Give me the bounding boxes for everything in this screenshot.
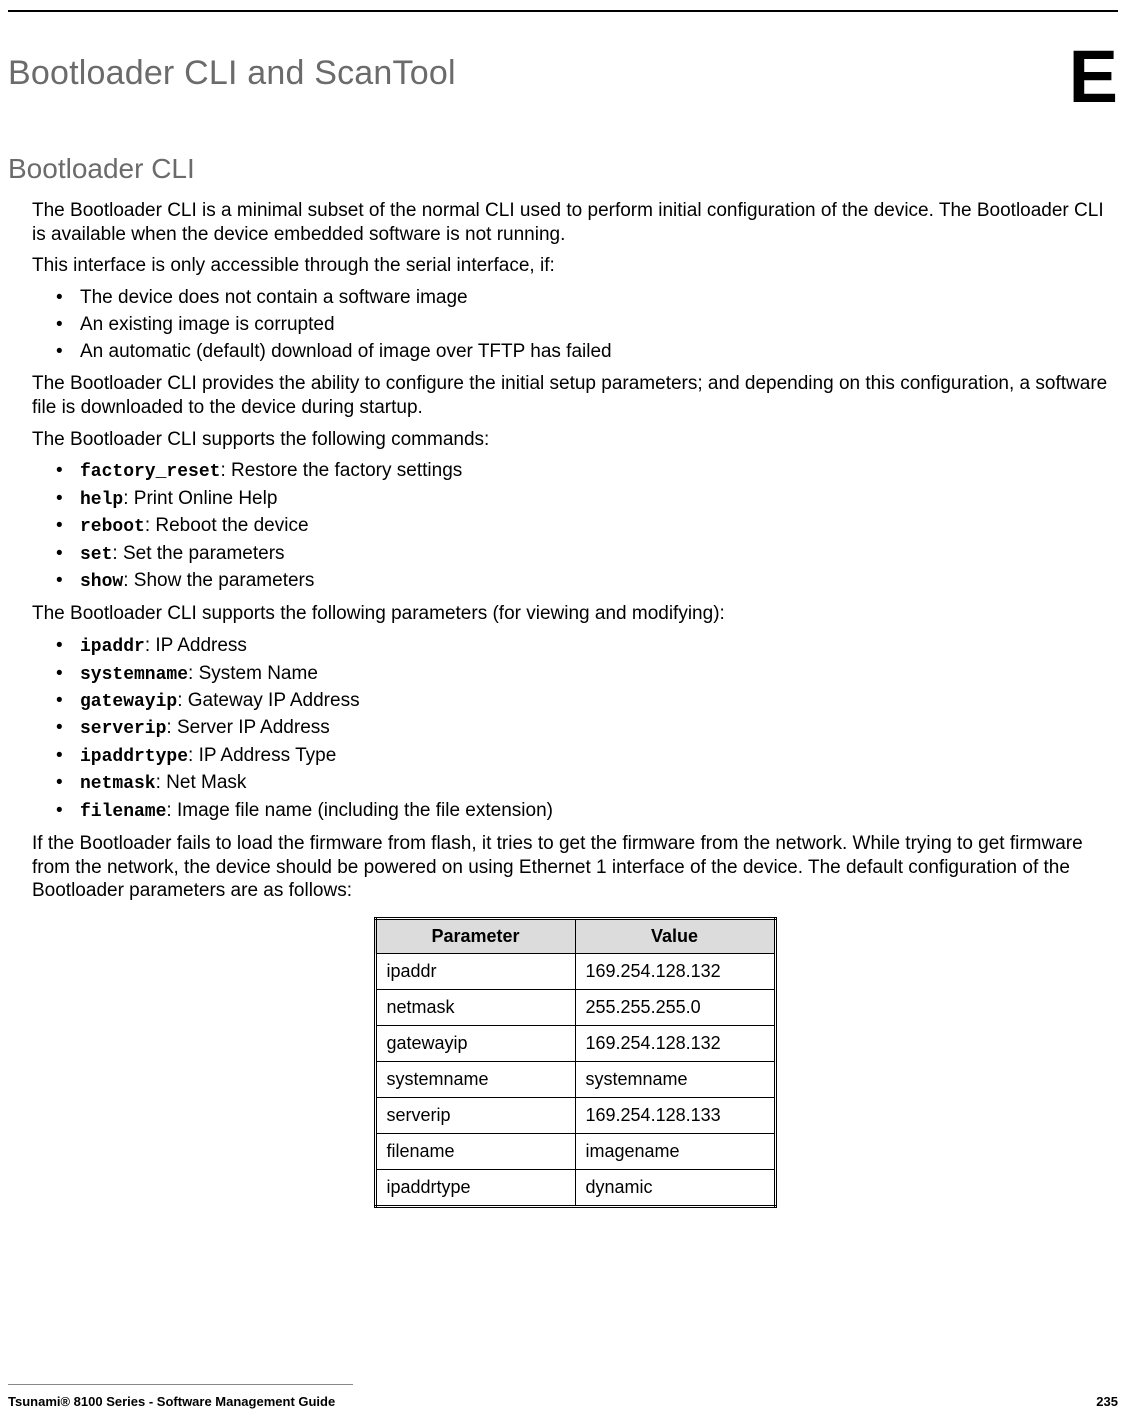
command-name: reboot bbox=[80, 517, 145, 537]
table-cell: 255.255.255.0 bbox=[575, 990, 775, 1026]
table-cell: systemname bbox=[575, 1062, 775, 1098]
param-desc: : Gateway IP Address bbox=[177, 690, 359, 711]
footer-rule bbox=[8, 1384, 353, 1385]
paragraph: This interface is only accessible throug… bbox=[32, 254, 1118, 278]
list-item: set: Set the parameters bbox=[56, 542, 1118, 567]
param-name: filename bbox=[80, 802, 166, 822]
param-desc: : IP Address bbox=[145, 635, 247, 656]
parameters-list: ipaddr: IP Address systemname: System Na… bbox=[32, 634, 1118, 824]
command-name: show bbox=[80, 572, 123, 592]
param-name: serverip bbox=[80, 719, 166, 739]
table-cell: serverip bbox=[375, 1098, 575, 1134]
table-cell: gatewayip bbox=[375, 1026, 575, 1062]
table-row: netmask 255.255.255.0 bbox=[375, 990, 775, 1026]
list-item: gatewayip: Gateway IP Address bbox=[56, 689, 1118, 714]
commands-list: factory_reset: Restore the factory setti… bbox=[32, 459, 1118, 594]
param-desc: : Net Mask bbox=[156, 772, 247, 793]
section-title: Bootloader CLI bbox=[8, 153, 1118, 185]
list-item: The device does not contain a software i… bbox=[56, 286, 1118, 311]
table-cell: dynamic bbox=[575, 1170, 775, 1207]
table-wrap: Parameter Value ipaddr 169.254.128.132 n… bbox=[32, 917, 1118, 1208]
list-item: systemname: System Name bbox=[56, 662, 1118, 687]
paragraph: The Bootloader CLI supports the followin… bbox=[32, 602, 1118, 626]
paragraph: The Bootloader CLI provides the ability … bbox=[32, 372, 1118, 420]
chapter-title: Bootloader CLI and ScanTool bbox=[8, 54, 456, 93]
table-row: serverip 169.254.128.133 bbox=[375, 1098, 775, 1134]
list-item: show: Show the parameters bbox=[56, 569, 1118, 594]
footer-left: Tsunami® 8100 Series - Software Manageme… bbox=[8, 1394, 335, 1409]
table-header: Parameter bbox=[375, 919, 575, 954]
list-item: netmask: Net Mask bbox=[56, 771, 1118, 796]
list-item: factory_reset: Restore the factory setti… bbox=[56, 459, 1118, 484]
list-item: ipaddr: IP Address bbox=[56, 634, 1118, 659]
table-row: gatewayip 169.254.128.132 bbox=[375, 1026, 775, 1062]
list-item: serverip: Server IP Address bbox=[56, 716, 1118, 741]
list-item: reboot: Reboot the device bbox=[56, 514, 1118, 539]
command-name: set bbox=[80, 545, 112, 565]
param-desc: : IP Address Type bbox=[188, 745, 336, 766]
list-item: help: Print Online Help bbox=[56, 487, 1118, 512]
chapter-letter: E bbox=[1069, 46, 1118, 109]
param-name: ipaddrtype bbox=[80, 747, 188, 767]
paragraph: The Bootloader CLI is a minimal subset o… bbox=[32, 199, 1118, 247]
paragraph: The Bootloader CLI supports the followin… bbox=[32, 428, 1118, 452]
param-desc: : Server IP Address bbox=[166, 717, 329, 738]
command-desc: : Reboot the device bbox=[145, 515, 309, 536]
table-cell: imagename bbox=[575, 1134, 775, 1170]
command-desc: : Print Online Help bbox=[123, 488, 277, 509]
command-desc: : Restore the factory settings bbox=[220, 460, 462, 481]
table-cell: 169.254.128.132 bbox=[575, 1026, 775, 1062]
chapter-header: Bootloader CLI and ScanTool E bbox=[8, 54, 1118, 109]
command-name: factory_reset bbox=[80, 462, 220, 482]
param-desc: : System Name bbox=[188, 663, 318, 684]
param-name: gatewayip bbox=[80, 692, 177, 712]
table-cell: ipaddrtype bbox=[375, 1170, 575, 1207]
table-row: systemname systemname bbox=[375, 1062, 775, 1098]
table-cell: 169.254.128.132 bbox=[575, 954, 775, 990]
table-cell: ipaddr bbox=[375, 954, 575, 990]
command-desc: : Show the parameters bbox=[123, 570, 314, 591]
conditions-list: The device does not contain a software i… bbox=[32, 286, 1118, 364]
bootloader-defaults-table: Parameter Value ipaddr 169.254.128.132 n… bbox=[374, 917, 777, 1208]
param-desc: : Image file name (including the file ex… bbox=[166, 800, 553, 821]
command-name: help bbox=[80, 490, 123, 510]
page-footer: Tsunami® 8100 Series - Software Manageme… bbox=[8, 1394, 1118, 1409]
table-row: filename imagename bbox=[375, 1134, 775, 1170]
footer-page-number: 235 bbox=[1096, 1394, 1118, 1409]
list-item: filename: Image file name (including the… bbox=[56, 799, 1118, 824]
table-cell: 169.254.128.133 bbox=[575, 1098, 775, 1134]
table-header: Value bbox=[575, 919, 775, 954]
list-item: ipaddrtype: IP Address Type bbox=[56, 744, 1118, 769]
param-name: netmask bbox=[80, 774, 156, 794]
table-cell: filename bbox=[375, 1134, 575, 1170]
table-cell: systemname bbox=[375, 1062, 575, 1098]
section-content: The Bootloader CLI is a minimal subset o… bbox=[8, 199, 1118, 1208]
list-item: An automatic (default) download of image… bbox=[56, 340, 1118, 365]
table-cell: netmask bbox=[375, 990, 575, 1026]
command-desc: : Set the parameters bbox=[112, 543, 284, 564]
table-row: ipaddr 169.254.128.132 bbox=[375, 954, 775, 990]
list-item: An existing image is corrupted bbox=[56, 313, 1118, 338]
top-rule bbox=[8, 10, 1118, 12]
paragraph: If the Bootloader fails to load the firm… bbox=[32, 832, 1118, 903]
param-name: systemname bbox=[80, 665, 188, 685]
param-name: ipaddr bbox=[80, 637, 145, 657]
table-row: ipaddrtype dynamic bbox=[375, 1170, 775, 1207]
